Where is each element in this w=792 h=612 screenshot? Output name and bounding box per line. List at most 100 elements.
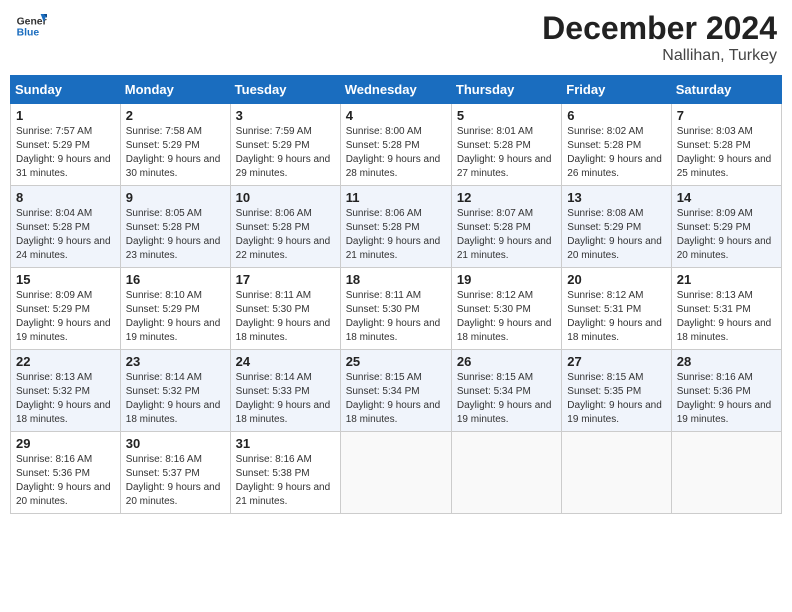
day-number: 15 xyxy=(16,272,115,287)
cell-info: Sunrise: 8:07 AMSunset: 5:28 PMDaylight:… xyxy=(457,208,552,261)
cell-info: Sunrise: 8:03 AMSunset: 5:28 PMDaylight:… xyxy=(677,126,772,179)
day-number: 4 xyxy=(346,108,446,123)
day-number: 8 xyxy=(16,190,115,205)
day-number: 18 xyxy=(346,272,446,287)
day-number: 2 xyxy=(126,108,225,123)
cell-info: Sunrise: 8:06 AMSunset: 5:28 PMDaylight:… xyxy=(236,208,331,261)
cell-info: Sunrise: 8:16 AMSunset: 5:38 PMDaylight:… xyxy=(236,454,331,507)
day-number: 23 xyxy=(126,354,225,369)
weekday-header-friday: Friday xyxy=(562,76,671,104)
calendar-cell: 17 Sunrise: 8:11 AMSunset: 5:30 PMDaylig… xyxy=(230,268,340,350)
cell-info: Sunrise: 8:09 AMSunset: 5:29 PMDaylight:… xyxy=(677,208,772,261)
cell-info: Sunrise: 8:01 AMSunset: 5:28 PMDaylight:… xyxy=(457,126,552,179)
calendar-cell: 3 Sunrise: 7:59 AMSunset: 5:29 PMDayligh… xyxy=(230,104,340,186)
cell-info: Sunrise: 8:14 AMSunset: 5:33 PMDaylight:… xyxy=(236,372,331,425)
day-number: 10 xyxy=(236,190,335,205)
calendar-cell: 5 Sunrise: 8:01 AMSunset: 5:28 PMDayligh… xyxy=(451,104,561,186)
calendar-cell: 30 Sunrise: 8:16 AMSunset: 5:37 PMDaylig… xyxy=(120,432,230,514)
day-number: 31 xyxy=(236,436,335,451)
calendar-week-1: 1 Sunrise: 7:57 AMSunset: 5:29 PMDayligh… xyxy=(11,104,782,186)
calendar-cell: 8 Sunrise: 8:04 AMSunset: 5:28 PMDayligh… xyxy=(11,186,121,268)
cell-info: Sunrise: 8:00 AMSunset: 5:28 PMDaylight:… xyxy=(346,126,441,179)
cell-info: Sunrise: 8:12 AMSunset: 5:30 PMDaylight:… xyxy=(457,290,552,343)
calendar-cell: 31 Sunrise: 8:16 AMSunset: 5:38 PMDaylig… xyxy=(230,432,340,514)
calendar-week-3: 15 Sunrise: 8:09 AMSunset: 5:29 PMDaylig… xyxy=(11,268,782,350)
cell-info: Sunrise: 8:16 AMSunset: 5:36 PMDaylight:… xyxy=(677,372,772,425)
weekday-header-thursday: Thursday xyxy=(451,76,561,104)
day-number: 6 xyxy=(567,108,665,123)
cell-info: Sunrise: 8:13 AMSunset: 5:32 PMDaylight:… xyxy=(16,372,111,425)
calendar-cell xyxy=(562,432,671,514)
day-number: 3 xyxy=(236,108,335,123)
month-year-title: December 2024 xyxy=(542,10,777,47)
calendar-cell: 10 Sunrise: 8:06 AMSunset: 5:28 PMDaylig… xyxy=(230,186,340,268)
calendar-week-5: 29 Sunrise: 8:16 AMSunset: 5:36 PMDaylig… xyxy=(11,432,782,514)
day-number: 14 xyxy=(677,190,776,205)
day-number: 28 xyxy=(677,354,776,369)
calendar-cell: 6 Sunrise: 8:02 AMSunset: 5:28 PMDayligh… xyxy=(562,104,671,186)
cell-info: Sunrise: 8:02 AMSunset: 5:28 PMDaylight:… xyxy=(567,126,662,179)
cell-info: Sunrise: 8:04 AMSunset: 5:28 PMDaylight:… xyxy=(16,208,111,261)
day-number: 11 xyxy=(346,190,446,205)
calendar-cell: 14 Sunrise: 8:09 AMSunset: 5:29 PMDaylig… xyxy=(671,186,781,268)
calendar-cell: 29 Sunrise: 8:16 AMSunset: 5:36 PMDaylig… xyxy=(11,432,121,514)
calendar-week-2: 8 Sunrise: 8:04 AMSunset: 5:28 PMDayligh… xyxy=(11,186,782,268)
cell-info: Sunrise: 7:58 AMSunset: 5:29 PMDaylight:… xyxy=(126,126,221,179)
calendar-cell: 19 Sunrise: 8:12 AMSunset: 5:30 PMDaylig… xyxy=(451,268,561,350)
calendar-cell: 11 Sunrise: 8:06 AMSunset: 5:28 PMDaylig… xyxy=(340,186,451,268)
weekday-header-tuesday: Tuesday xyxy=(230,76,340,104)
cell-info: Sunrise: 8:10 AMSunset: 5:29 PMDaylight:… xyxy=(126,290,221,343)
cell-info: Sunrise: 8:11 AMSunset: 5:30 PMDaylight:… xyxy=(346,290,441,343)
calendar-cell: 28 Sunrise: 8:16 AMSunset: 5:36 PMDaylig… xyxy=(671,350,781,432)
cell-info: Sunrise: 7:57 AMSunset: 5:29 PMDaylight:… xyxy=(16,126,111,179)
day-number: 25 xyxy=(346,354,446,369)
calendar-cell: 1 Sunrise: 7:57 AMSunset: 5:29 PMDayligh… xyxy=(11,104,121,186)
day-number: 20 xyxy=(567,272,665,287)
calendar-cell: 4 Sunrise: 8:00 AMSunset: 5:28 PMDayligh… xyxy=(340,104,451,186)
calendar-cell: 26 Sunrise: 8:15 AMSunset: 5:34 PMDaylig… xyxy=(451,350,561,432)
calendar-cell: 12 Sunrise: 8:07 AMSunset: 5:28 PMDaylig… xyxy=(451,186,561,268)
calendar-cell: 16 Sunrise: 8:10 AMSunset: 5:29 PMDaylig… xyxy=(120,268,230,350)
cell-info: Sunrise: 8:06 AMSunset: 5:28 PMDaylight:… xyxy=(346,208,441,261)
calendar-cell: 13 Sunrise: 8:08 AMSunset: 5:29 PMDaylig… xyxy=(562,186,671,268)
logo: General Blue xyxy=(15,10,47,42)
calendar-cell xyxy=(340,432,451,514)
calendar-cell xyxy=(671,432,781,514)
cell-info: Sunrise: 8:15 AMSunset: 5:35 PMDaylight:… xyxy=(567,372,662,425)
day-number: 13 xyxy=(567,190,665,205)
cell-info: Sunrise: 8:13 AMSunset: 5:31 PMDaylight:… xyxy=(677,290,772,343)
calendar-table: SundayMondayTuesdayWednesdayThursdayFrid… xyxy=(10,75,782,514)
day-number: 1 xyxy=(16,108,115,123)
location-title: Nallihan, Turkey xyxy=(542,47,777,65)
calendar-week-4: 22 Sunrise: 8:13 AMSunset: 5:32 PMDaylig… xyxy=(11,350,782,432)
calendar-cell: 25 Sunrise: 8:15 AMSunset: 5:34 PMDaylig… xyxy=(340,350,451,432)
day-number: 19 xyxy=(457,272,556,287)
weekday-header-monday: Monday xyxy=(120,76,230,104)
calendar-cell: 2 Sunrise: 7:58 AMSunset: 5:29 PMDayligh… xyxy=(120,104,230,186)
page-header: General Blue December 2024 Nallihan, Tur… xyxy=(10,10,782,65)
day-number: 29 xyxy=(16,436,115,451)
weekday-header-saturday: Saturday xyxy=(671,76,781,104)
day-number: 26 xyxy=(457,354,556,369)
calendar-cell: 15 Sunrise: 8:09 AMSunset: 5:29 PMDaylig… xyxy=(11,268,121,350)
day-number: 22 xyxy=(16,354,115,369)
calendar-cell: 20 Sunrise: 8:12 AMSunset: 5:31 PMDaylig… xyxy=(562,268,671,350)
cell-info: Sunrise: 8:09 AMSunset: 5:29 PMDaylight:… xyxy=(16,290,111,343)
weekday-header-sunday: Sunday xyxy=(11,76,121,104)
svg-text:Blue: Blue xyxy=(17,28,40,39)
calendar-cell: 27 Sunrise: 8:15 AMSunset: 5:35 PMDaylig… xyxy=(562,350,671,432)
logo-icon: General Blue xyxy=(15,10,47,42)
day-number: 12 xyxy=(457,190,556,205)
day-number: 21 xyxy=(677,272,776,287)
day-number: 9 xyxy=(126,190,225,205)
cell-info: Sunrise: 8:16 AMSunset: 5:36 PMDaylight:… xyxy=(16,454,111,507)
calendar-cell xyxy=(451,432,561,514)
cell-info: Sunrise: 8:16 AMSunset: 5:37 PMDaylight:… xyxy=(126,454,221,507)
calendar-cell: 9 Sunrise: 8:05 AMSunset: 5:28 PMDayligh… xyxy=(120,186,230,268)
calendar-cell: 22 Sunrise: 8:13 AMSunset: 5:32 PMDaylig… xyxy=(11,350,121,432)
cell-info: Sunrise: 8:11 AMSunset: 5:30 PMDaylight:… xyxy=(236,290,331,343)
cell-info: Sunrise: 8:15 AMSunset: 5:34 PMDaylight:… xyxy=(457,372,552,425)
day-number: 7 xyxy=(677,108,776,123)
calendar-cell: 18 Sunrise: 8:11 AMSunset: 5:30 PMDaylig… xyxy=(340,268,451,350)
calendar-cell: 7 Sunrise: 8:03 AMSunset: 5:28 PMDayligh… xyxy=(671,104,781,186)
